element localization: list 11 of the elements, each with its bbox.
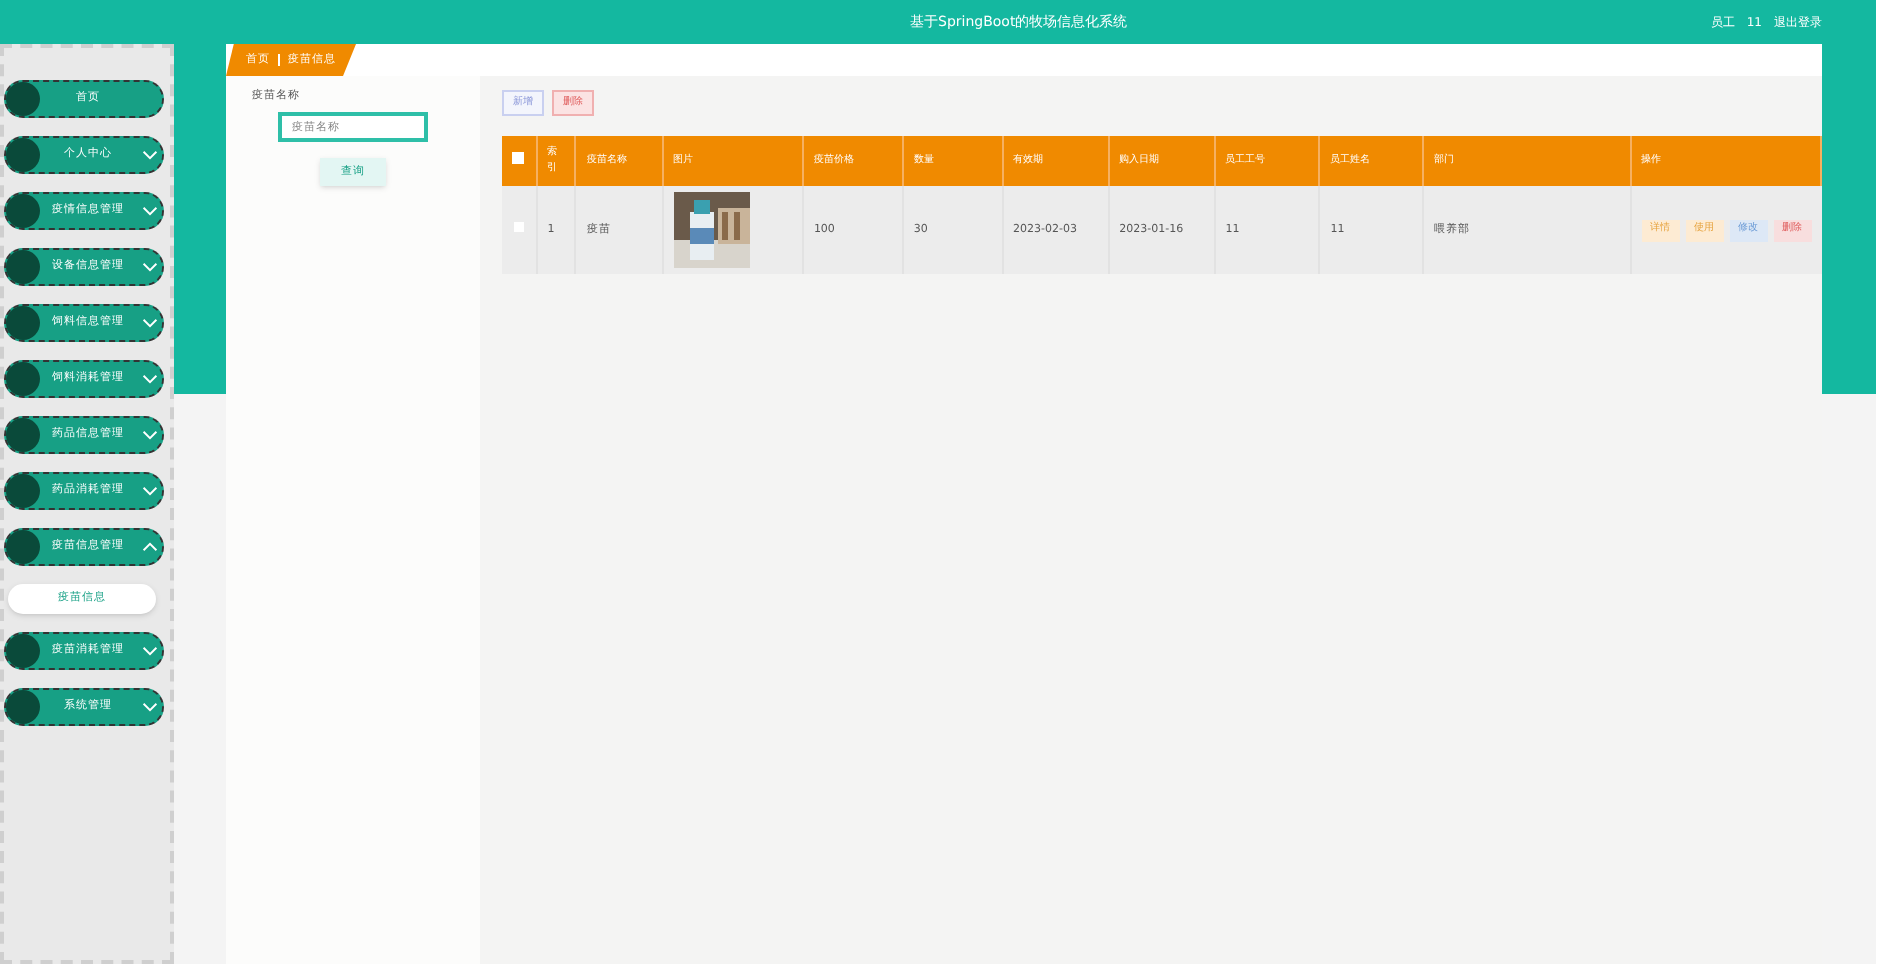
select-all-checkbox[interactable] [512,151,525,164]
chevron-down-icon [141,318,157,328]
chevron-down-icon [141,374,157,384]
chevron-up-icon [141,542,157,552]
chevron-down-icon [141,262,157,272]
chevron-down-icon [141,702,157,712]
chevron-down-icon [141,646,157,656]
chevron-down-icon [141,430,157,440]
chevron-down-icon [141,206,157,216]
chevron-down-icon [141,150,157,160]
chevron-down-icon [141,486,157,496]
